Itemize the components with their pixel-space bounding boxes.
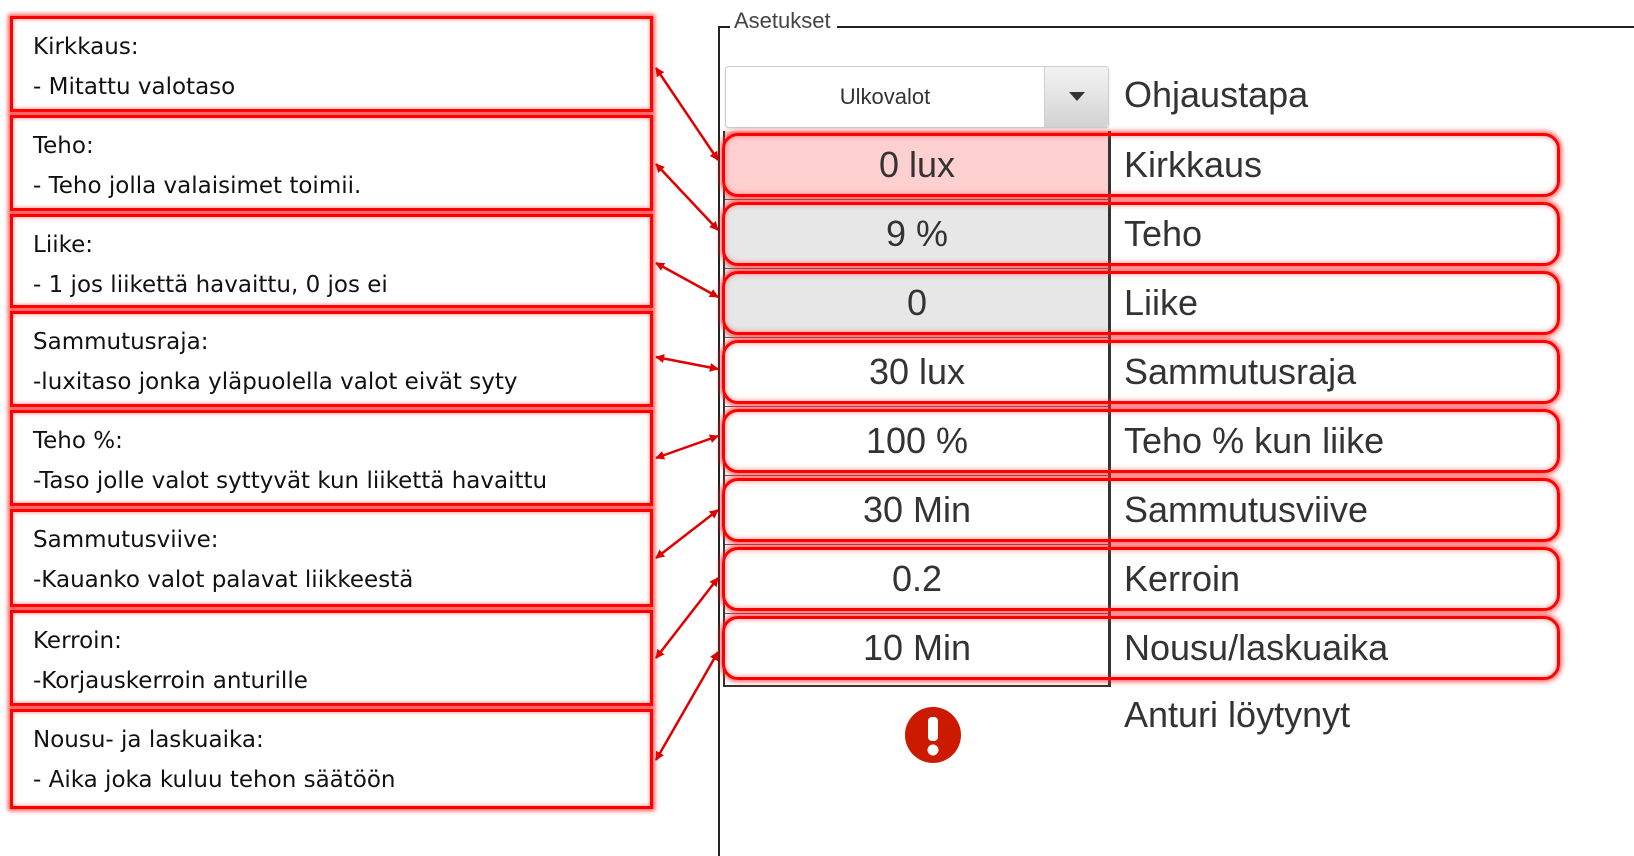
annotation-title: Kirkkaus: [33, 34, 139, 60]
annotation-title: Teho %: [33, 428, 123, 454]
dropdown-button[interactable] [1044, 67, 1108, 127]
connector-arrow [654, 67, 720, 161]
annotation-sammutusraja: Sammutusraja: -luxitaso jonka yläpuolell… [10, 311, 653, 407]
row-divider [725, 268, 1109, 269]
highlight-outline [722, 133, 1560, 197]
control-mode-select[interactable]: Ulkovalot [725, 66, 1109, 128]
connector-arrow [655, 434, 719, 460]
annotation-liike: Liike: - 1 jos liikettä havaittu, 0 jos … [10, 214, 653, 308]
annotation-description: - Aika joka kuluu tehon säätöön [33, 767, 396, 793]
annotation-description: -Korjauskerroin anturille [33, 668, 308, 694]
annotation-nousuaika: Nousu- ja laskuaika: - Aika joka kuluu t… [10, 709, 653, 809]
annotation-title: Kerroin: [33, 628, 122, 654]
highlight-outline [722, 616, 1560, 680]
annotation-title: Sammutusviive: [33, 527, 219, 553]
annotation-description: -Kauanko valot palavat liikkeestä [33, 567, 414, 593]
annotation-kerroin: Kerroin: -Korjauskerroin anturille [10, 610, 653, 706]
annotation-description: - Mitattu valotaso [33, 74, 236, 100]
connector-arrow [655, 577, 719, 659]
alert-icon [905, 707, 961, 763]
annotation-description: -luxitaso jonka yläpuolella valot eivät … [33, 369, 518, 395]
row-divider [725, 613, 1109, 614]
chevron-down-icon [1069, 92, 1085, 101]
highlight-outline [722, 340, 1560, 404]
row-divider [725, 199, 1109, 200]
connector-arrow [655, 509, 719, 559]
connector-arrow [655, 354, 719, 372]
annotation-sammutusviive: Sammutusviive: -Kauanko valot palavat li… [10, 509, 653, 607]
highlight-outline [722, 271, 1560, 335]
highlight-outline [722, 409, 1560, 473]
highlight-outline [722, 547, 1560, 611]
highlight-outline [722, 478, 1560, 542]
annotation-title: Nousu- ja laskuaika: [33, 727, 264, 753]
row-divider [725, 337, 1109, 338]
annotation-title: Sammutusraja: [33, 329, 209, 355]
sensor-found-label: Anturi löytynyt [1124, 694, 1351, 735]
connector-arrow [655, 261, 719, 299]
control-mode-label: Ohjaustapa [1124, 74, 1309, 115]
connector-arrow [654, 651, 720, 761]
annotation-description: -Taso jolle valot syttyvät kun liikettä … [33, 468, 548, 494]
annotation-kirkkaus: Kirkkaus: - Mitattu valotaso [10, 16, 653, 112]
annotation-description: - Teho jolla valaisimet toimii. [33, 173, 362, 199]
row-divider [725, 406, 1109, 407]
annotation-teho-prosentti: Teho %: -Taso jolle valot syttyvät kun l… [10, 410, 653, 506]
annotation-title: Teho: [33, 133, 94, 159]
row-divider [725, 544, 1109, 545]
highlight-outline [722, 202, 1560, 266]
control-mode-value: Ulkovalot [839, 84, 931, 109]
settings-legend: Asetukset [730, 8, 837, 34]
connector-arrow [655, 163, 719, 231]
annotation-teho: Teho: - Teho jolla valaisimet toimii. [10, 115, 653, 211]
annotation-title: Liike: [33, 232, 93, 258]
annotation-description: - 1 jos liikettä havaittu, 0 jos ei [33, 272, 388, 298]
row-divider [725, 475, 1109, 476]
